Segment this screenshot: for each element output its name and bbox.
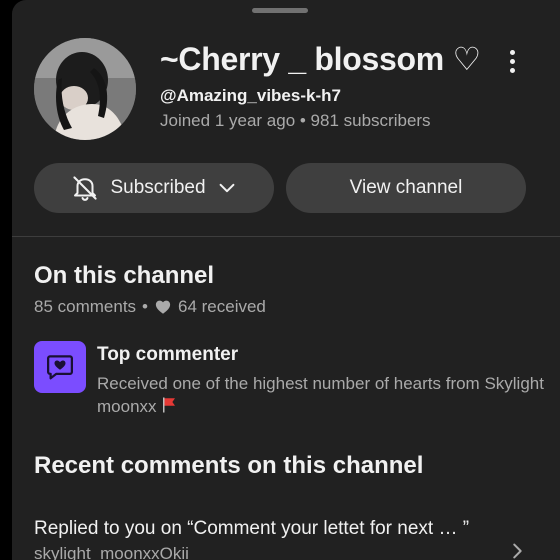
avatar[interactable] (34, 38, 136, 140)
on-channel-title: On this channel (34, 262, 215, 289)
chevron-right-icon[interactable] (506, 540, 528, 560)
view-channel-button[interactable]: View channel (286, 163, 526, 213)
recent-comments-title: Recent comments on this channel (34, 452, 424, 479)
heart-message-icon (47, 355, 73, 380)
recent-comment-subtext: skylight_moonxxOkii (34, 544, 189, 560)
channel-meta: Joined 1 year ago • 981 subscribers (160, 111, 431, 130)
red-flag-icon (162, 397, 175, 413)
comments-count: 85 comments (34, 297, 137, 316)
view-channel-label: View channel (349, 177, 463, 198)
recent-comment-item[interactable]: Replied to you on “Comment your lettet f… (34, 518, 469, 540)
channel-stats: 85 comments • 64 received (34, 297, 266, 317)
top-commenter-badge (34, 341, 86, 393)
heart-icon (155, 300, 171, 314)
chevron-down-icon (219, 183, 234, 193)
top-commenter-title: Top commenter (97, 344, 239, 365)
channel-name: ~Cherry _ blossom ♡ (160, 41, 481, 77)
bell-off-icon (73, 176, 98, 201)
divider (12, 236, 560, 237)
stats-separator: • (142, 297, 148, 316)
subscribed-button[interactable]: Subscribed (34, 163, 274, 213)
more-vert-icon[interactable] (500, 44, 524, 78)
channel-sheet: ~Cherry _ blossom ♡ @Amazing_vibes-k-h7 … (12, 0, 560, 560)
avatar-image (34, 38, 136, 140)
channel-handle: @Amazing_vibes-k-h7 (160, 86, 341, 105)
top-commenter-description: Received one of the highest number of he… (97, 372, 560, 418)
drag-handle[interactable] (252, 8, 308, 13)
hearts-received: 64 received (178, 297, 266, 316)
subscribed-label: Subscribed (110, 177, 206, 198)
